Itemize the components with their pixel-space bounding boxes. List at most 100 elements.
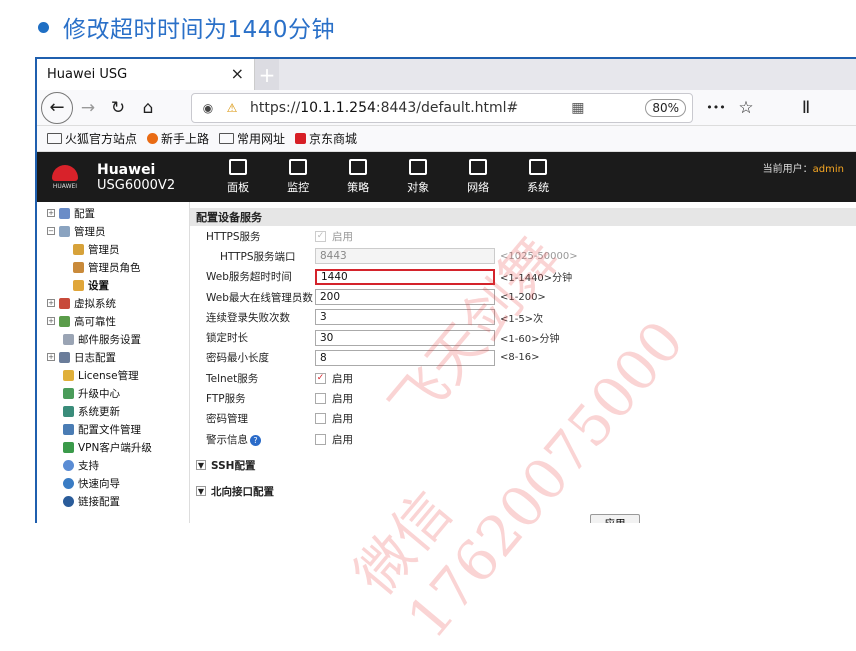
- web-max-admin-row: Web最大在线管理员数 200 <1-200>: [206, 289, 546, 306]
- app-body: + 配置 − 管理员 管理员 管理员角色 设置 + 虚拟系统 + 高可靠性 邮件服务设置…: [37, 202, 856, 523]
- admin-icon: [59, 225, 70, 237]
- nav-object[interactable]: 对象: [391, 159, 445, 195]
- nav-monitor[interactable]: 监控: [271, 159, 325, 195]
- more-icon[interactable]: •••: [701, 93, 731, 123]
- warning-info-checkbox[interactable]: [315, 433, 326, 445]
- settings-icon: [73, 279, 84, 291]
- https-service-row: HTTPS服务 ✓ 启用: [206, 230, 353, 243]
- link-icon: [63, 495, 74, 507]
- folder-icon: [47, 133, 62, 144]
- login-fail-input[interactable]: 3: [315, 309, 495, 326]
- dashboard-icon: [229, 159, 248, 175]
- sidebar-item-admin[interactable]: − 管理员: [37, 222, 187, 240]
- object-icon: [409, 159, 428, 175]
- sidebar-item-wizard[interactable]: 快速向导: [37, 474, 187, 492]
- web-timeout-input[interactable]: 1440: [315, 268, 495, 285]
- url-text: https://10.1.1.254:8443/default.html#: [250, 99, 519, 116]
- device-brand: Huawei USG6000V2: [97, 161, 176, 193]
- telnet-row: Telnet服务 ✓ 启用: [206, 372, 353, 385]
- close-tab-icon[interactable]: ×: [231, 64, 244, 83]
- https-port-input[interactable]: 8443: [315, 248, 495, 265]
- firefox-icon: [147, 133, 159, 144]
- sidebar-item-admin-role[interactable]: 管理员角色: [37, 258, 187, 276]
- section-title: 配置设备服务: [190, 208, 856, 226]
- new-tab-icon[interactable]: +: [255, 59, 279, 90]
- mail-icon: [63, 333, 74, 345]
- bookmark-item[interactable]: 火狐官方站点: [47, 130, 137, 147]
- sidebar: + 配置 − 管理员 管理员 管理员角色 设置 + 虚拟系统 + 高可靠性 邮件服务设置…: [37, 202, 187, 523]
- config-file-icon: [63, 423, 74, 435]
- admin-role-icon: [73, 261, 84, 273]
- wizard-icon: [63, 477, 74, 489]
- sidebar-item-link[interactable]: 链接配置: [37, 492, 187, 510]
- bookmark-star-icon[interactable]: ☆: [731, 93, 761, 123]
- bookmark-item[interactable]: 新手上路: [147, 130, 209, 147]
- tab-title: Huawei USG: [47, 67, 128, 82]
- zoom-level[interactable]: 80%: [645, 98, 686, 117]
- sidebar-item-license[interactable]: License管理: [37, 366, 187, 384]
- sidebar-item-upgrade[interactable]: 升级中心: [37, 384, 187, 402]
- telnet-checkbox[interactable]: ✓: [315, 372, 326, 384]
- nav-network[interactable]: 网络: [451, 159, 505, 195]
- slide-title: 修改超时时间为1440分钟: [38, 10, 335, 44]
- jd-icon: [295, 133, 307, 144]
- navigation-bar: ← → ↻ ⌂ ◉ ⚠ https://10.1.1.254:8443/defa…: [37, 90, 856, 126]
- north-interface-section[interactable]: ▼ 北向接口配置: [190, 479, 856, 503]
- sidebar-item-cfgfile[interactable]: 配置文件管理: [37, 420, 187, 438]
- bookmark-item[interactable]: 京东商城: [295, 130, 357, 147]
- nav-dashboard[interactable]: 面板: [211, 159, 265, 195]
- bookmarks-bar: 火狐官方站点 新手上路 常用网址 京东商城: [37, 126, 856, 152]
- forward-icon[interactable]: →: [73, 93, 103, 123]
- log-icon: [59, 351, 70, 363]
- ftp-checkbox[interactable]: [315, 393, 326, 405]
- sidebar-item-admin-list[interactable]: 管理员: [37, 240, 187, 258]
- web-max-admin-input[interactable]: 200: [315, 289, 495, 306]
- support-icon: [63, 459, 74, 471]
- address-bar[interactable]: ◉ ⚠ https://10.1.1.254:8443/default.html…: [191, 92, 693, 123]
- lock-duration-input[interactable]: 30: [315, 329, 495, 346]
- password-mgmt-row: 密码管理 启用: [206, 413, 353, 426]
- network-icon: [469, 159, 488, 175]
- sidebar-item-sysupdate[interactable]: 系统更新: [37, 402, 187, 420]
- shield-icon[interactable]: ◉: [198, 101, 218, 115]
- settings-panel: 配置设备服务 HTTPS服务 ✓ 启用 HTTPS服务端口 8443 <1025-5…: [189, 202, 856, 523]
- sidebar-item-ha[interactable]: + 高可靠性: [37, 312, 187, 330]
- bookmark-item[interactable]: 常用网址: [219, 130, 285, 147]
- ha-icon: [59, 315, 70, 327]
- reload-icon[interactable]: ↻: [103, 93, 133, 123]
- login-fail-row: 连续登录失败次数 3 <1-5>次: [206, 309, 544, 326]
- tab-bar: Huawei USG × +: [37, 59, 856, 90]
- config-icon: [59, 207, 70, 219]
- nav-system[interactable]: 系统: [511, 159, 565, 195]
- lock-warning-icon[interactable]: ⚠: [222, 101, 242, 115]
- web-timeout-row: Web服务超时时间 1440 <1-1440>分钟: [206, 268, 573, 285]
- folder-icon: [219, 133, 235, 144]
- sidebar-item-vsys[interactable]: + 虚拟系统: [37, 294, 187, 312]
- sidebar-item-vpn[interactable]: VPN客户端升级: [37, 438, 187, 456]
- home-icon[interactable]: ⌂: [133, 93, 163, 123]
- apply-button[interactable]: 应用: [590, 514, 640, 523]
- update-icon: [63, 405, 74, 417]
- system-icon: [529, 159, 548, 175]
- password-min-length-input[interactable]: 8: [315, 349, 495, 366]
- sidebar-item-config[interactable]: + 配置: [37, 204, 187, 222]
- sidebar-item-support[interactable]: 支持: [37, 456, 187, 474]
- bullet-icon: [38, 21, 49, 33]
- nav-policy[interactable]: 策略: [331, 159, 385, 195]
- browser-window: Huawei USG × + ← → ↻ ⌂ ◉ ⚠ https://10.1.…: [35, 57, 856, 523]
- ssh-config-section[interactable]: ▼ SSH配置: [190, 453, 856, 477]
- qr-code-icon[interactable]: ▦: [571, 100, 584, 116]
- license-icon: [63, 369, 74, 381]
- back-icon[interactable]: ←: [41, 91, 73, 124]
- password-mgmt-checkbox[interactable]: [315, 413, 326, 425]
- lock-duration-row: 锁定时长 30 <1-60>分钟: [206, 329, 560, 346]
- sidebar-item-mail[interactable]: 邮件服务设置: [37, 330, 187, 348]
- https-checkbox[interactable]: ✓: [315, 230, 326, 242]
- admin-user-icon: [73, 243, 84, 255]
- library-icon[interactable]: Ⅱ: [791, 93, 821, 123]
- https-port-row: HTTPS服务端口 8443 <1025-50000>: [220, 248, 578, 265]
- sidebar-item-settings[interactable]: 设置: [37, 276, 187, 294]
- sidebar-item-log[interactable]: + 日志配置: [37, 348, 187, 366]
- browser-tab[interactable]: Huawei USG ×: [37, 59, 255, 90]
- help-icon[interactable]: ?: [250, 434, 261, 446]
